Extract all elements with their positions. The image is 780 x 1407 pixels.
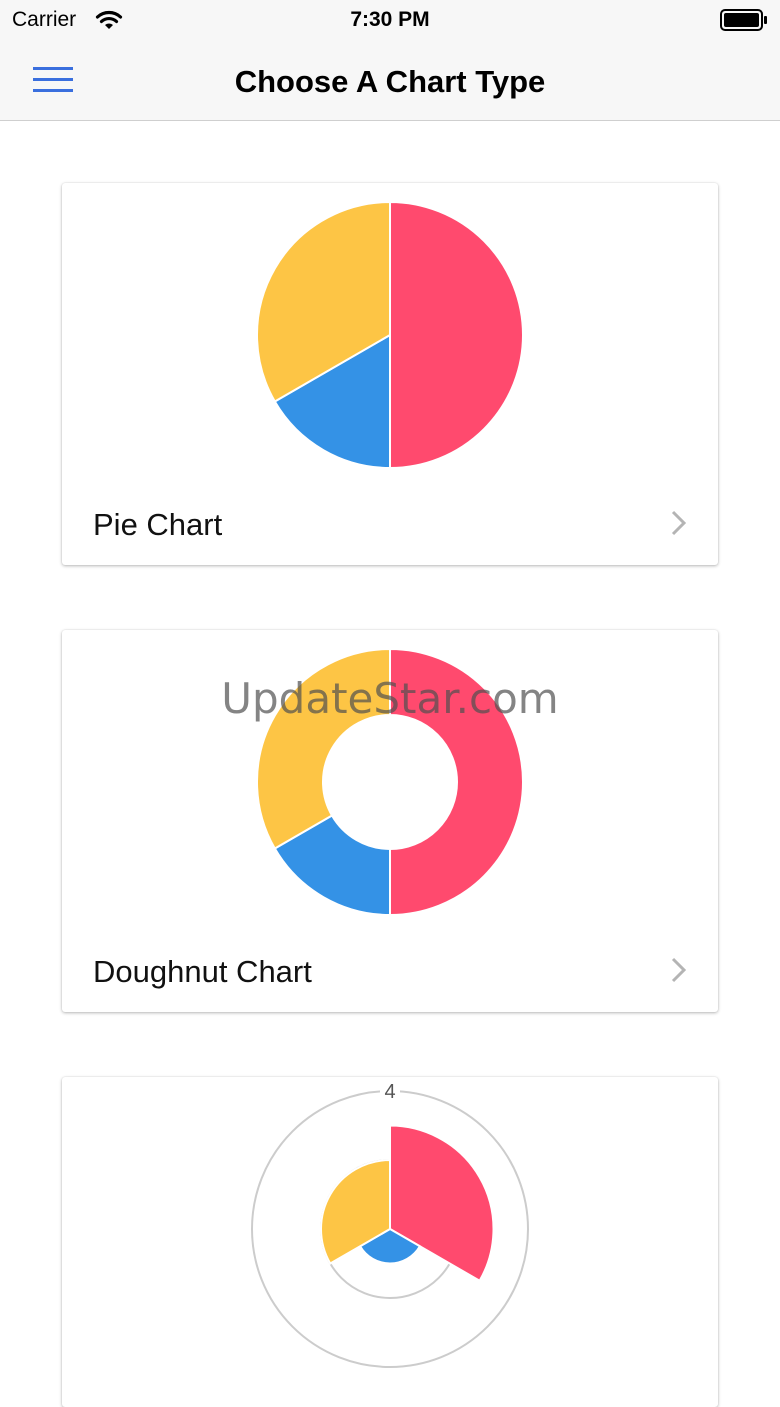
pie-slice-0 (389, 200, 524, 470)
card-label-doughnut: Doughnut Chart (93, 954, 312, 989)
pie-chart-preview (256, 200, 524, 470)
pie-chart-card[interactable]: Pie Chart (62, 183, 718, 565)
polar-area-chart-card[interactable]: 4 (62, 1077, 718, 1407)
card-label-pie: Pie Chart (93, 507, 223, 542)
doughnut-slice-2 (256, 647, 391, 850)
battery-icon (720, 9, 768, 36)
clock-time: 7:30 PM (350, 8, 430, 31)
chevron-right-icon (670, 509, 688, 542)
page-title: Choose A Chart Type (234, 64, 546, 99)
polar-area-chart-preview: 4 (251, 1079, 529, 1368)
polar-tick-label: 4 (384, 1081, 395, 1103)
navigation-bar: Choose A Chart Type (0, 40, 780, 121)
chevron-right-icon (670, 956, 688, 989)
doughnut-chart-preview (256, 647, 524, 917)
status-bar: Carrier 7:30 PM (0, 0, 780, 40)
doughnut-chart-card[interactable]: Doughnut Chart (62, 630, 718, 1012)
doughnut-slice-0 (389, 647, 524, 917)
